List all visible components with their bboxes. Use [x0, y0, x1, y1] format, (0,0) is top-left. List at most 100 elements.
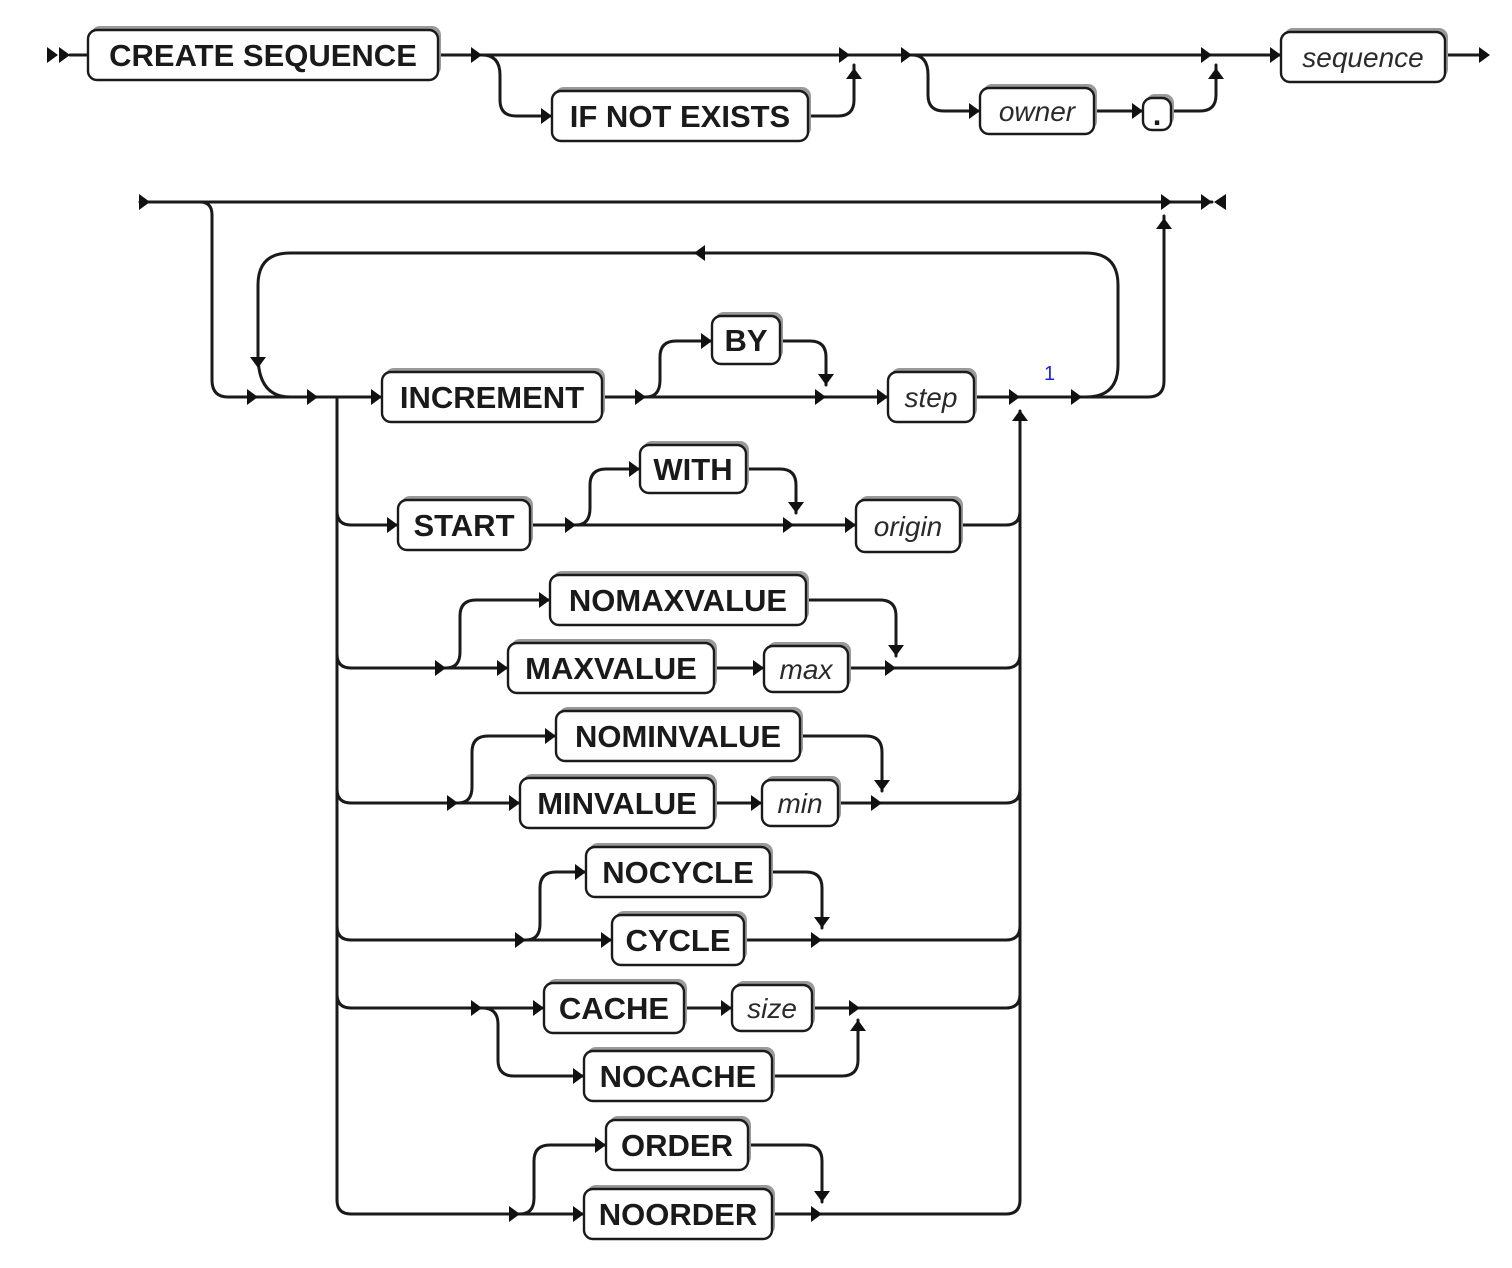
arrow-icon	[545, 728, 556, 744]
with-label: WITH	[653, 452, 732, 487]
arrow-icon	[885, 660, 896, 676]
arrow-icon	[471, 47, 482, 63]
diagram-arrows	[47, 47, 1490, 1222]
arrow-icon	[871, 795, 882, 811]
arrow-icon	[1270, 47, 1281, 63]
noorder-label: NOORDER	[599, 1197, 757, 1232]
connector-line	[198, 200, 382, 399]
arrow-icon	[721, 1000, 732, 1016]
arrow-icon	[573, 1206, 584, 1222]
maxvalue-label: MAXVALUE	[525, 651, 697, 686]
min-label: min	[777, 788, 822, 819]
connector-line	[744, 467, 798, 515]
arrow-icon	[849, 1000, 860, 1016]
arrow-icon	[901, 47, 912, 63]
start-arrow-icon	[47, 47, 58, 63]
connector-line	[1004, 924, 1022, 942]
arrow-icon	[250, 357, 266, 368]
arrow-icon	[575, 864, 586, 880]
arrow-icon	[888, 645, 904, 656]
cycle-label: CYCLE	[625, 923, 730, 958]
arrow-icon	[1071, 389, 1082, 405]
arrow-icon	[539, 592, 550, 608]
arrow-icon	[247, 389, 258, 405]
connector-line	[480, 53, 552, 118]
arrow-icon	[1208, 68, 1224, 79]
arrow-icon	[818, 374, 834, 385]
arrow-icon	[846, 68, 862, 79]
connector-line	[335, 652, 353, 670]
by-label: BY	[724, 323, 767, 358]
nocache-label: NOCACHE	[600, 1059, 757, 1094]
arrow-icon	[839, 47, 850, 63]
connector-line	[524, 870, 588, 942]
arrow-icon	[1156, 218, 1172, 229]
arrow-icon	[845, 517, 856, 533]
arrow-icon	[601, 932, 612, 948]
arrow-icon	[1161, 194, 1172, 210]
step-label: step	[905, 382, 958, 413]
start-arrow-icon	[59, 47, 70, 63]
arrow-icon	[1201, 47, 1212, 63]
connector-line	[335, 992, 353, 1010]
connector-line	[806, 63, 856, 118]
connector-line	[1169, 63, 1218, 113]
diagram-lines	[68, 53, 1482, 1216]
arrow-icon	[850, 1020, 866, 1031]
create-sequence-label: CREATE SEQUENCE	[109, 38, 417, 73]
origin-label: origin	[874, 511, 942, 542]
connector-line	[335, 787, 353, 805]
arrow-icon	[515, 932, 526, 948]
cache-label: CACHE	[559, 991, 669, 1026]
arrow-icon	[447, 795, 458, 811]
arrow-icon	[815, 389, 826, 405]
connector-line	[644, 339, 714, 399]
arrow-icon	[811, 932, 822, 948]
owner-label: owner	[999, 96, 1077, 127]
arrow-icon	[471, 1000, 482, 1016]
footnote-marker: 1	[1044, 363, 1055, 385]
nominvalue-label: NOMINVALUE	[575, 719, 781, 754]
connector-line	[335, 509, 353, 527]
arrow-icon	[565, 517, 576, 533]
increment-label: INCREMENT	[400, 380, 584, 415]
connector-line	[574, 467, 642, 527]
arrow-icon	[307, 389, 318, 405]
arrow-icon	[595, 1137, 606, 1153]
connector-line	[1004, 992, 1022, 1010]
connector-line	[1004, 787, 1022, 805]
connector-line	[335, 924, 353, 942]
arrow-icon	[751, 795, 762, 811]
connector-line	[768, 870, 824, 930]
minvalue-label: MINVALUE	[537, 786, 697, 821]
arrow-icon	[811, 1206, 822, 1222]
arrow-icon	[497, 660, 508, 676]
end-arrow-icon	[1201, 194, 1212, 210]
arrow-icon	[701, 333, 712, 349]
arrow-icon	[573, 1068, 584, 1084]
arrow-icon	[139, 194, 150, 210]
connector-line	[910, 53, 980, 113]
arrow-icon	[1132, 103, 1143, 119]
arrow-icon	[371, 389, 382, 405]
diagram-boxes: CREATE SEQUENCE IF NOT EXISTS owner . sequen…	[86, 26, 1448, 1241]
arrow-icon	[753, 660, 764, 676]
arrow-icon	[874, 780, 890, 791]
nomaxvalue-label: NOMAXVALUE	[569, 583, 787, 618]
arrow-icon	[387, 517, 398, 533]
continue-arrow-icon	[1479, 47, 1490, 63]
arrow-icon	[783, 517, 794, 533]
arrow-icon	[694, 245, 705, 261]
connector-line	[778, 339, 828, 387]
connector-line	[1084, 214, 1166, 399]
arrow-icon	[635, 389, 646, 405]
dot-label: .	[1153, 97, 1162, 132]
end-arrow-icon	[1214, 194, 1226, 210]
connector-line	[1004, 652, 1022, 670]
arrow-icon	[814, 1191, 830, 1202]
arrow-icon	[435, 660, 446, 676]
arrow-icon	[541, 108, 552, 124]
arrow-icon	[1009, 389, 1020, 405]
arrow-icon	[509, 1206, 520, 1222]
arrow-icon	[969, 103, 980, 119]
